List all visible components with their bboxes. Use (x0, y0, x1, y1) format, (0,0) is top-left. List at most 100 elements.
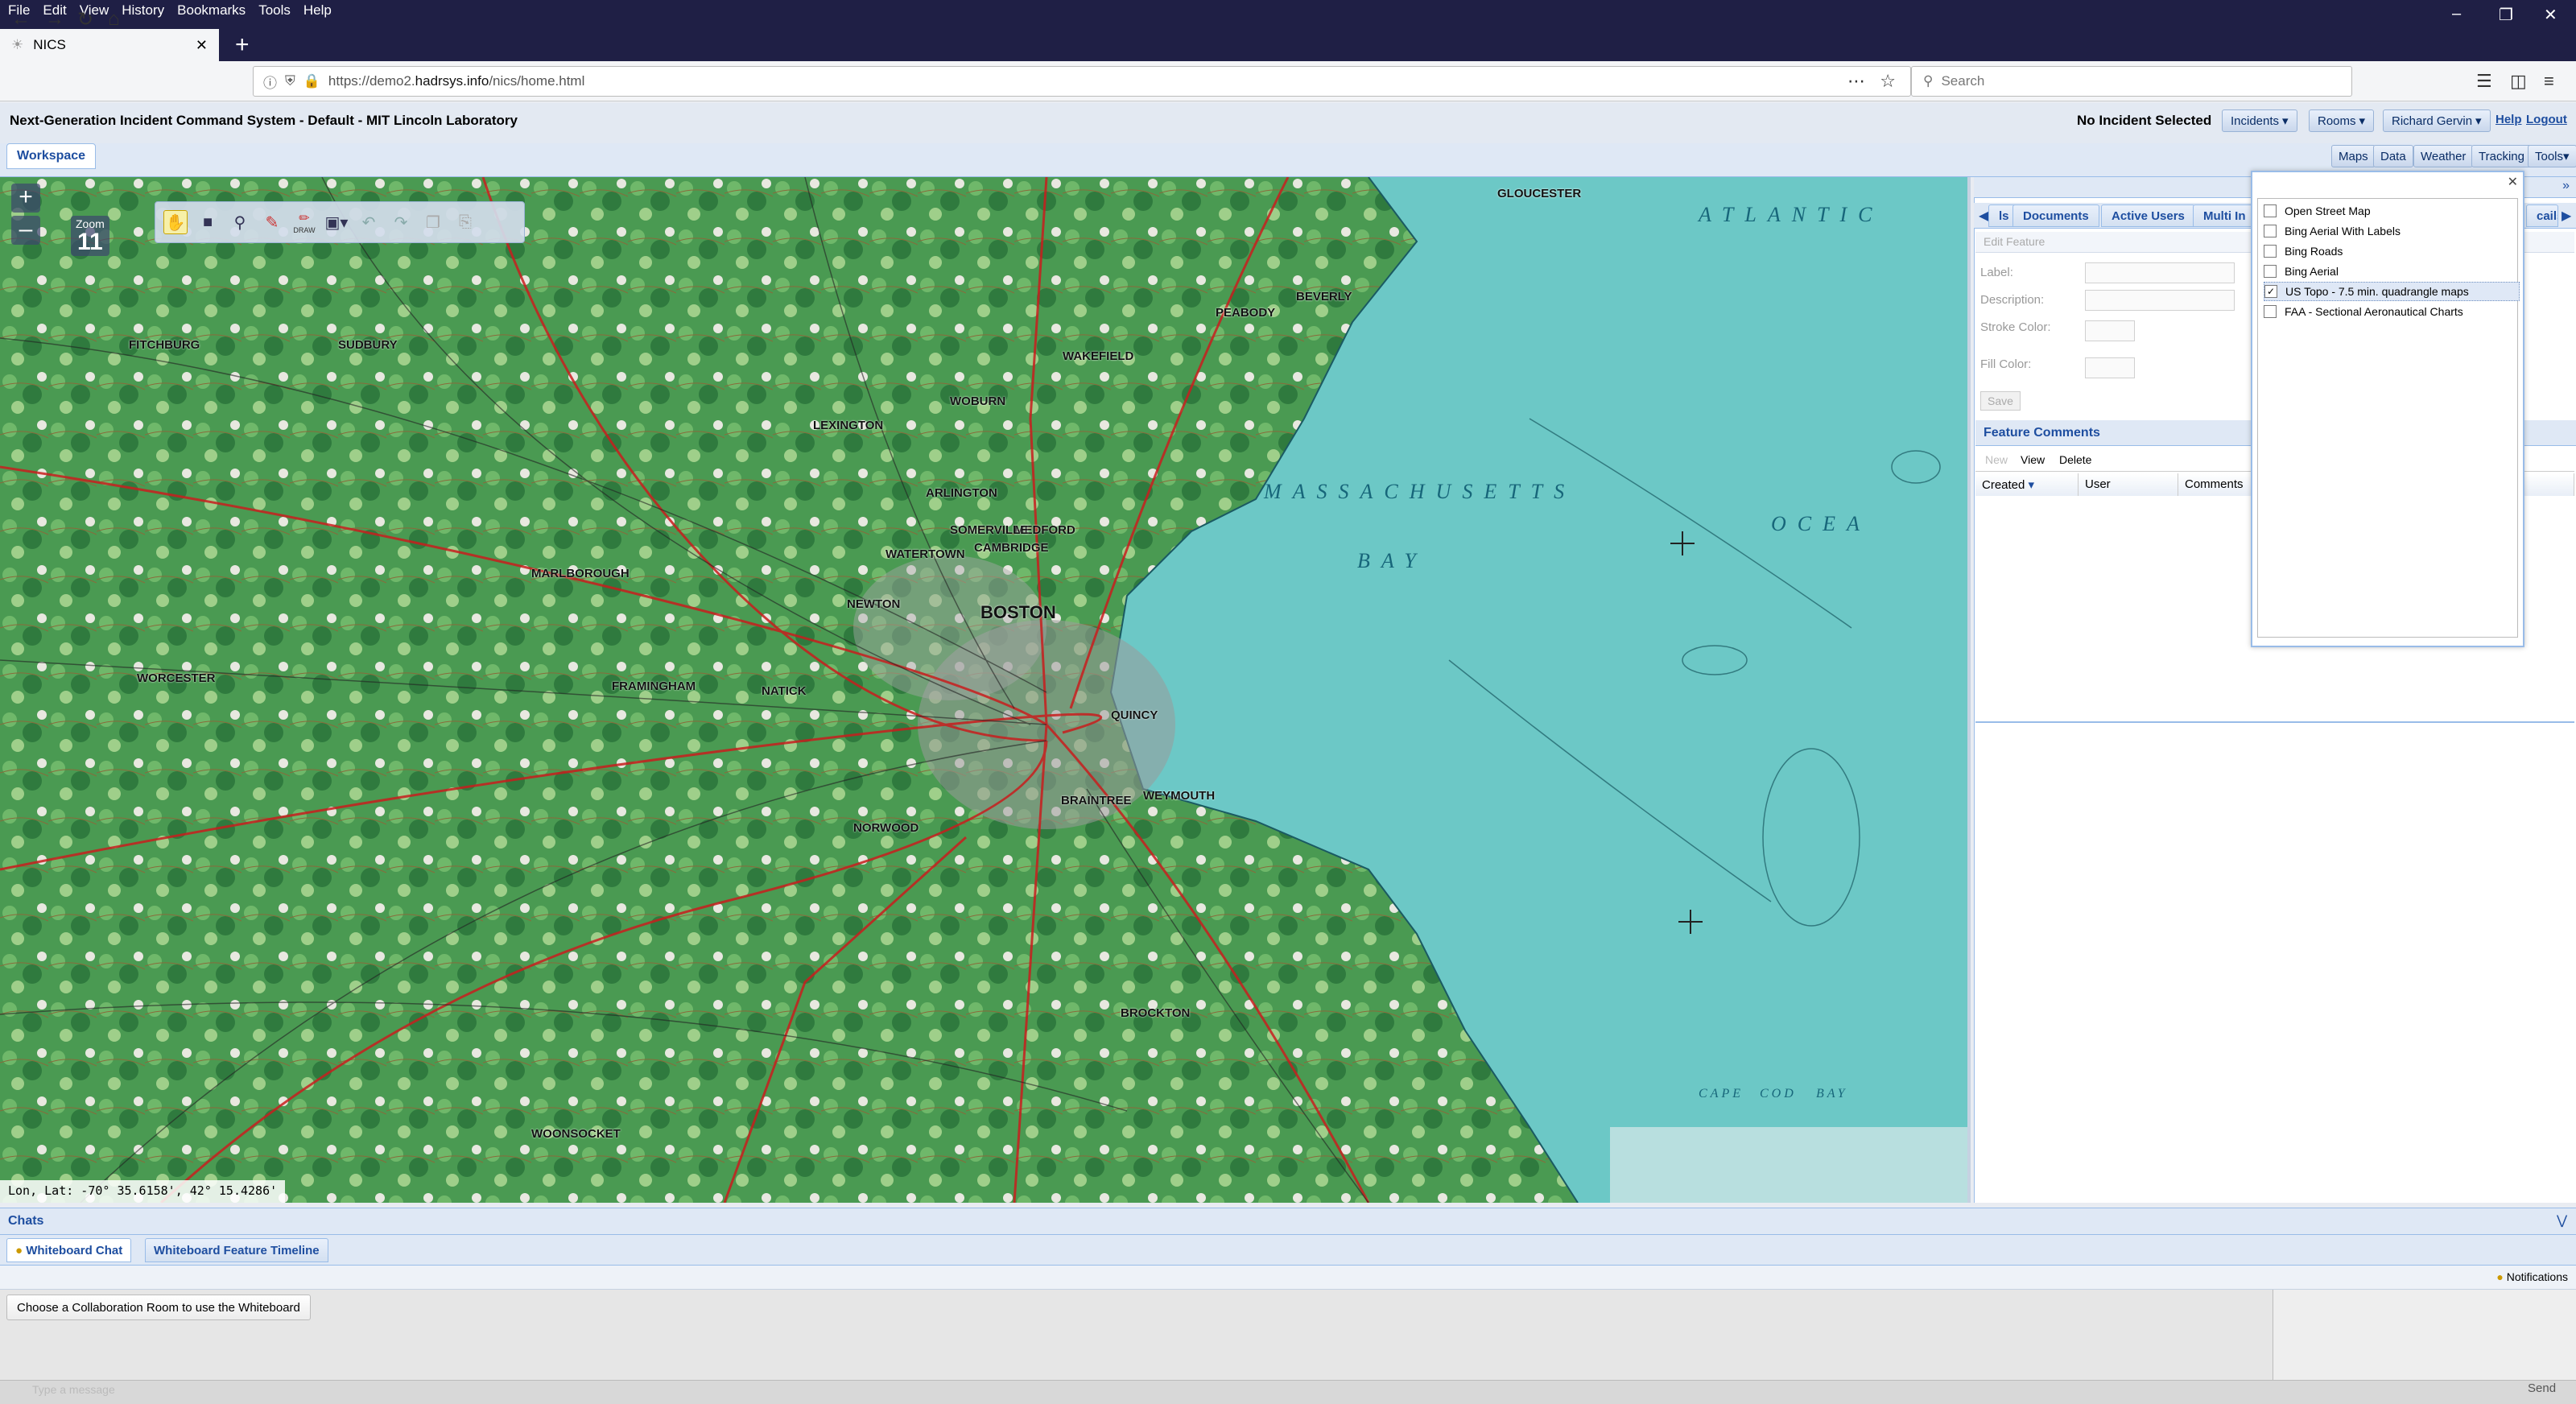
shield-icon[interactable]: ⛨ (285, 73, 295, 89)
reload-icon[interactable]: ↻ (77, 8, 93, 31)
chat-users-area (2273, 1290, 2576, 1380)
tab-workspace[interactable]: Workspace (6, 143, 97, 169)
checkbox[interactable] (2264, 305, 2277, 318)
page-actions-icon[interactable]: ⋯ (1847, 71, 1865, 92)
town-label: BOSTON (980, 602, 1056, 622)
incidents-menu-button[interactable]: Incidents ▾ (2222, 109, 2297, 132)
logout-link[interactable]: Logout (2526, 113, 2567, 126)
hamburger-menu-icon[interactable]: ≡ (2544, 71, 2554, 92)
tab-multi-incident[interactable]: Multi In (2193, 204, 2256, 227)
scroll-left-icon[interactable]: ◀ (1979, 208, 1988, 224)
layer-option[interactable]: Bing Roads (2264, 242, 2520, 261)
eraser-icon[interactable]: ✎ (260, 210, 284, 234)
tools-button[interactable]: Tools ▾ (2528, 145, 2576, 167)
save-button[interactable]: Save (1980, 391, 2021, 411)
bookmark-star-icon[interactable]: ☆ (1880, 71, 1896, 92)
zoom-level-indicator: Zoom 11 (71, 216, 109, 256)
description-input[interactable] (2085, 290, 2235, 311)
tab-documents[interactable]: Documents (2013, 204, 2099, 227)
close-tab-icon[interactable]: ✕ (196, 37, 208, 54)
close-popup-icon[interactable]: ✕ (2508, 174, 2518, 190)
label-field-label: Label: (1980, 266, 2013, 279)
column-user[interactable]: User (2079, 473, 2178, 496)
redo-icon[interactable]: ↷ (389, 210, 413, 234)
browser-search-input[interactable]: ⚲ Search (1911, 66, 2352, 97)
fill-color-picker[interactable] (2085, 357, 2135, 378)
data-button[interactable]: Data (2373, 145, 2413, 167)
help-link[interactable]: Help (2496, 113, 2522, 126)
map-label-atlantic: ATLANTIC (1699, 203, 1884, 226)
url-bar[interactable]: ⓘ ⛨ 🔒 https://demo2.hadrsys.info/nics/ho… (253, 66, 1911, 97)
collapse-right-icon[interactable]: » (2562, 179, 2570, 193)
topo-map[interactable] (0, 177, 1971, 1203)
checkbox[interactable] (2264, 245, 2277, 258)
draw-pencil-icon[interactable]: ✏ DRAW (292, 210, 316, 234)
town-label: BROCKTON (1121, 1006, 1191, 1020)
app-title: Next-Generation Incident Command System … (10, 113, 518, 128)
tab-favicon-icon: ☀ (11, 37, 24, 52)
layer-option[interactable]: Bing Aerial (2264, 262, 2520, 281)
town-label: GLOUCESTER (1497, 187, 1582, 200)
browser-tab-nics[interactable]: ☀ NICS ✕ (0, 29, 219, 61)
minimize-icon[interactable]: – (2452, 5, 2461, 23)
paste-icon[interactable]: ⎘ (453, 210, 477, 234)
pan-hand-icon[interactable]: ✋ (163, 210, 188, 234)
column-created[interactable]: Created ▾ (1975, 473, 2079, 496)
sidebar-icon[interactable]: ◫ (2510, 71, 2527, 92)
collapse-chats-icon[interactable]: ⋁ (2557, 1212, 2567, 1228)
message-input[interactable]: Type a message (32, 1383, 115, 1396)
close-window-icon[interactable]: ✕ (2544, 5, 2557, 25)
label-input[interactable] (2085, 262, 2235, 283)
select-rectangle-icon[interactable]: ■ (196, 210, 220, 234)
tab-active-users[interactable]: Active Users (2101, 204, 2195, 227)
layer-option-selected[interactable]: ✓ US Topo - 7.5 min. quadrangle maps (2264, 282, 2520, 301)
layer-option[interactable]: Open Street Map (2264, 201, 2520, 221)
notifications-button[interactable]: ● Notifications (2496, 1270, 2568, 1283)
menu-history[interactable]: History (122, 2, 164, 19)
tab-details[interactable]: cails (2526, 204, 2558, 227)
browser-titlebar (0, 0, 2576, 61)
map-view[interactable]: ATLANTIC MASSACHUSETTS BAY OCEA CAPE COD… (0, 177, 1971, 1203)
zoom-out-button[interactable]: – (11, 216, 40, 245)
town-label: BEVERLY (1296, 290, 1352, 304)
choose-room-button[interactable]: Choose a Collaboration Room to use the W… (6, 1295, 311, 1320)
map-label-bay: BAY (1357, 549, 1427, 572)
user-menu-button[interactable]: Richard Gervin ▾ (2383, 109, 2491, 132)
new-comment-button[interactable]: New (1985, 453, 2008, 466)
weather-button[interactable]: Weather (2413, 145, 2474, 167)
layer-option[interactable]: FAA - Sectional Aeronautical Charts (2264, 302, 2520, 321)
menu-help[interactable]: Help (303, 2, 332, 19)
checkbox[interactable] (2264, 265, 2277, 278)
tracking-button[interactable]: Tracking (2471, 145, 2532, 167)
stroke-color-picker[interactable] (2085, 320, 2135, 341)
checkbox-checked[interactable]: ✓ (2264, 285, 2277, 298)
tab-whiteboard-chat[interactable]: ● Whiteboard Chat (6, 1238, 132, 1262)
menu-tools[interactable]: Tools (258, 2, 291, 19)
zoom-in-button[interactable]: + (11, 184, 40, 213)
lock-icon[interactable]: 🔒 (303, 73, 320, 89)
checkbox[interactable] (2264, 225, 2277, 237)
layer-option[interactable]: Bing Aerial With Labels (2264, 221, 2520, 241)
send-button[interactable]: Send (2528, 1381, 2556, 1395)
home-icon[interactable]: ⌂ (108, 8, 120, 31)
info-icon[interactable]: ⓘ (263, 72, 277, 92)
forward-icon[interactable]: → (45, 8, 64, 31)
image-icon[interactable]: ▣▾ (324, 210, 349, 234)
library-icon[interactable]: ☰ (2476, 71, 2492, 92)
chats-header: Chats (0, 1208, 2576, 1235)
copy-icon[interactable]: ❐ (421, 210, 445, 234)
restore-icon[interactable]: ❐ (2499, 5, 2513, 25)
new-tab-icon[interactable]: + (219, 29, 266, 61)
zoom-magnifier-icon[interactable]: ⚲ (228, 210, 252, 234)
rooms-menu-button[interactable]: Rooms ▾ (2309, 109, 2375, 132)
checkbox[interactable] (2264, 204, 2277, 217)
undo-icon[interactable]: ↶ (357, 210, 381, 234)
tab-whiteboard-feature-timeline[interactable]: Whiteboard Feature Timeline (145, 1238, 328, 1262)
maps-button[interactable]: Maps (2331, 145, 2376, 167)
view-comment-button[interactable]: View (2021, 453, 2045, 466)
sort-desc-icon: ▾ (2028, 478, 2035, 492)
scroll-right-icon[interactable]: ▶ (2562, 208, 2571, 224)
delete-comment-button[interactable]: Delete (2059, 453, 2091, 466)
menu-bookmarks[interactable]: Bookmarks (177, 2, 246, 19)
back-icon[interactable]: ← (11, 8, 31, 31)
